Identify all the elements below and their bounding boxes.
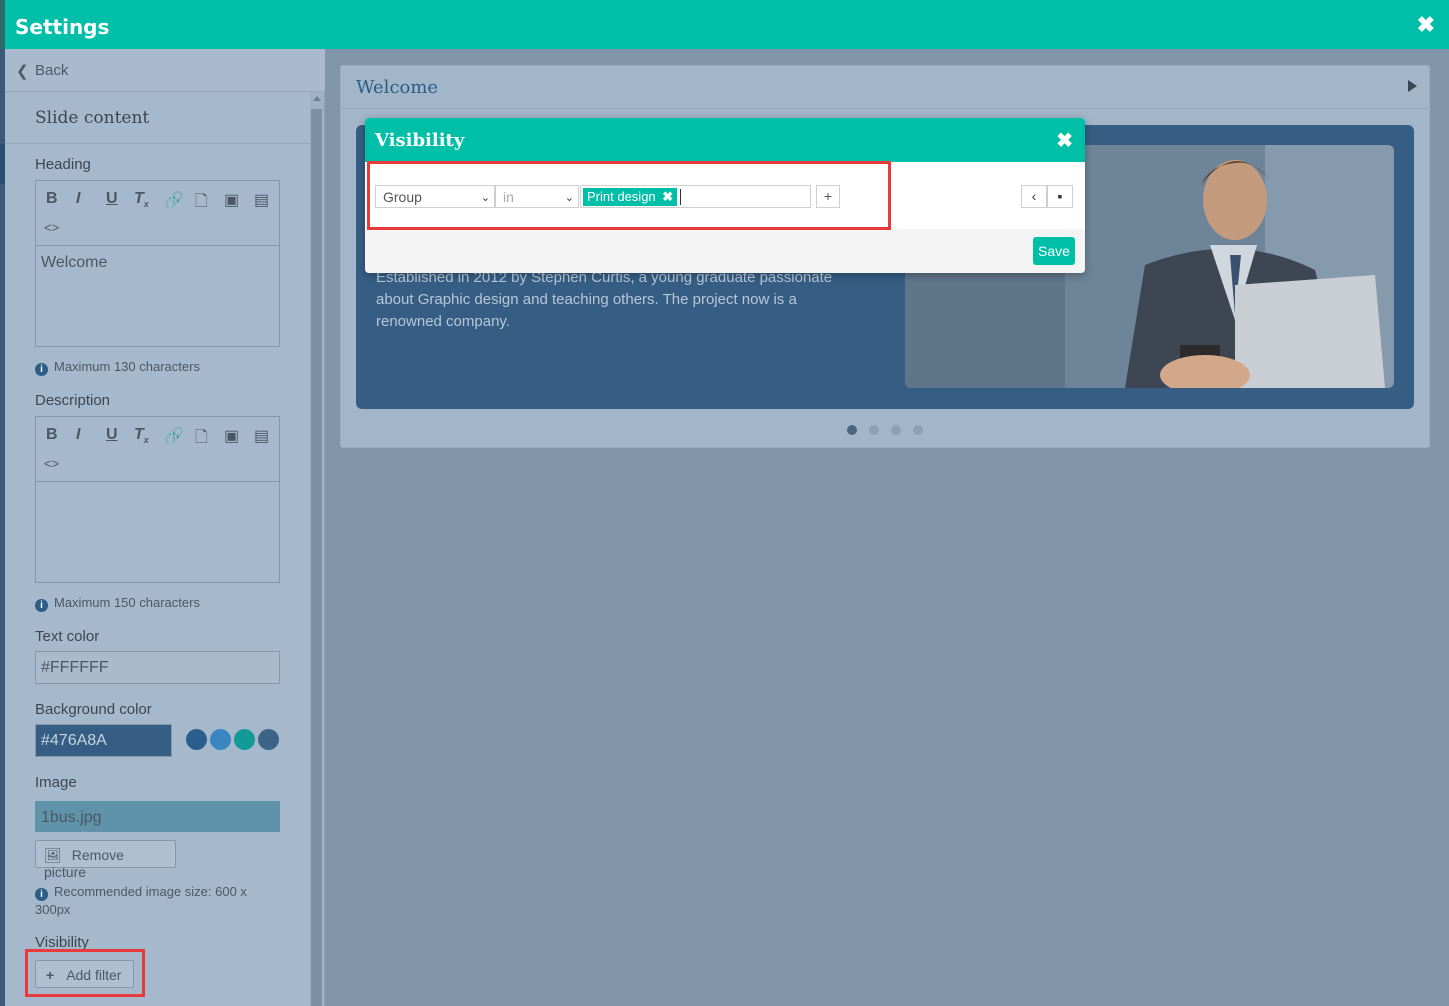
description-editor-toolbar: B I U Tx 🔗 🗋 ▣ ▤ <> (36, 417, 279, 482)
heading-editor-toolbar: B I U Tx 🔗 🗋 ▣ ▤ <> (36, 181, 279, 246)
modal-title: Visibility (375, 130, 465, 151)
save-disk-icon[interactable]: ▪ (1047, 185, 1073, 208)
expand-arrow-icon[interactable] (1408, 80, 1417, 92)
slide-description: Established in 2012 by Stephen Curtis, a… (376, 269, 833, 330)
modal-footer: Save (365, 229, 1085, 273)
table-icon[interactable]: ▤ (254, 426, 269, 446)
heading-hint-text: Maximum 130 characters (54, 359, 200, 374)
info-icon: i (35, 363, 48, 376)
info-icon: i (35, 888, 48, 901)
link-icon[interactable]: 🔗 (164, 426, 184, 446)
modal-header: Visibility ✖ (365, 118, 1085, 162)
color-swatch[interactable] (258, 729, 279, 750)
description-input[interactable] (36, 482, 279, 583)
table-icon[interactable]: ▤ (254, 190, 269, 210)
color-swatch[interactable] (210, 729, 231, 750)
filter-row-highlight (367, 161, 891, 230)
info-icon: i (35, 599, 48, 612)
clear-format-icon[interactable]: Tx (134, 190, 149, 209)
image-icon[interactable]: ▣ (224, 190, 239, 210)
back-label: Back (35, 62, 69, 79)
chevron-left-icon[interactable]: ‹ (1021, 185, 1047, 208)
color-swatch[interactable] (234, 729, 255, 750)
description-hint: i Maximum 150 characters (35, 595, 200, 612)
text-color-input[interactable]: #FFFFFF (35, 651, 280, 684)
image-filename-input[interactable]: 1bus.jpg (35, 801, 280, 832)
bold-icon[interactable]: B (46, 426, 58, 444)
bold-icon[interactable]: B (46, 190, 58, 208)
underline-icon[interactable]: U (106, 190, 118, 208)
save-button[interactable]: Save (1033, 237, 1075, 265)
link-icon[interactable]: 🔗 (164, 190, 184, 210)
background-color-label: Background color (35, 701, 152, 718)
heading-label: Heading (35, 156, 91, 173)
slide-pagination (341, 422, 1429, 440)
file-icon[interactable]: 🗋 (195, 190, 208, 217)
heading-input[interactable]: Welcome (36, 246, 279, 347)
close-icon[interactable]: ✖ (1056, 128, 1073, 153)
window-titlebar: Settings ✖ (0, 0, 1449, 49)
italic-icon[interactable]: I (76, 426, 80, 444)
remove-picture-button[interactable]: 🖼 Remove picture (35, 840, 176, 880)
panel-header[interactable]: Welcome (341, 66, 1429, 109)
pagination-dot[interactable] (891, 425, 901, 435)
image-icon[interactable]: ▣ (224, 426, 239, 446)
sidebar-scroll-thumb[interactable] (311, 109, 322, 1006)
file-icon[interactable]: 🗋 (195, 426, 208, 453)
description-editor: B I U Tx 🔗 🗋 ▣ ▤ <> (35, 416, 280, 583)
close-icon[interactable]: ✖ (1417, 12, 1435, 38)
image-hint-text: Recommended image size: 600 x 300px (35, 884, 247, 917)
image-hint: i Recommended image size: 600 x 300px (35, 883, 265, 919)
section-title: Slide content (35, 108, 150, 128)
code-icon[interactable]: <> (44, 220, 59, 235)
pagination-dot[interactable] (869, 425, 879, 435)
panel-title: Welcome (356, 77, 439, 98)
chevron-left-icon: ❮ (16, 63, 29, 80)
clear-format-icon[interactable]: Tx (134, 426, 149, 445)
heading-editor: B I U Tx 🔗 🗋 ▣ ▤ <> Welcome (35, 180, 280, 347)
scroll-up-icon[interactable] (313, 96, 321, 101)
section-divider (5, 143, 310, 144)
picture-icon: 🖼 (44, 847, 62, 863)
text-color-label: Text color (35, 628, 100, 645)
italic-icon[interactable]: I (76, 190, 80, 208)
heading-hint: i Maximum 130 characters (35, 359, 200, 376)
settings-sidebar: ❮ Back Slide content Heading B I U Tx 🔗 … (5, 49, 325, 1006)
image-label: Image (35, 774, 77, 791)
description-label: Description (35, 392, 111, 409)
underline-icon[interactable]: U (106, 426, 118, 444)
background-color-input[interactable]: #476A8A (35, 724, 172, 757)
back-button[interactable]: ❮ Back (5, 49, 325, 92)
window-title: Settings (15, 15, 110, 39)
code-icon[interactable]: <> (44, 456, 59, 471)
pagination-dot[interactable] (913, 425, 923, 435)
add-filter-highlight (25, 949, 145, 997)
description-hint-text: Maximum 150 characters (54, 595, 200, 610)
pagination-dot[interactable] (847, 425, 857, 435)
color-swatch[interactable] (186, 729, 207, 750)
